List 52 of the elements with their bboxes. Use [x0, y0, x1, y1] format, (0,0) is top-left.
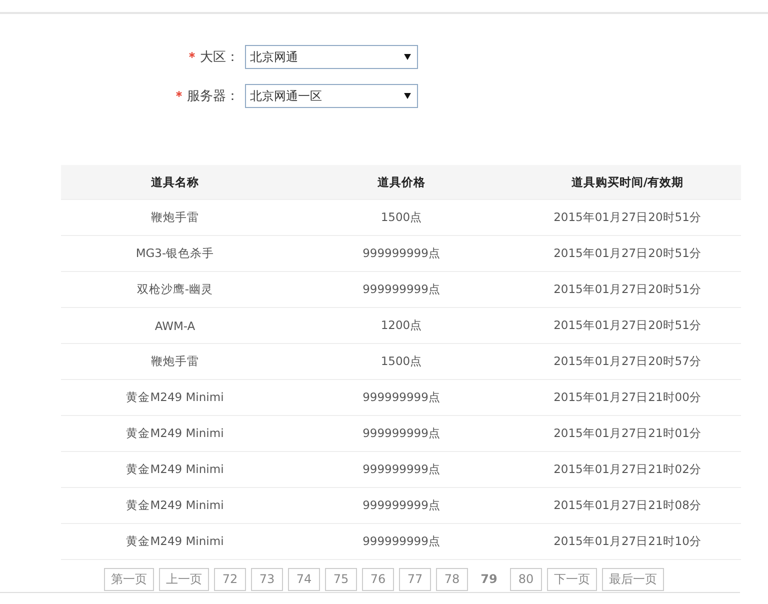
table-cell-text: 999999999点 [362, 534, 442, 549]
table-cell-text: 黄金M249 Minimi [125, 390, 225, 405]
page-button[interactable]: 上一页 [159, 568, 209, 591]
table-cell-text: 鞭炮手雷 [150, 210, 200, 225]
table-cell-text: 2015年01月27日21时10分 [552, 534, 702, 549]
field-label: 大区： [200, 50, 239, 65]
table-cell-text: 999999999点 [362, 390, 442, 405]
current-page[interactable]: 79 [473, 568, 505, 591]
table-cell-text: 999999999点 [362, 282, 442, 297]
page-button[interactable]: 75 [325, 568, 357, 591]
table-cell-text: 黄金M249 Minimi [125, 426, 225, 441]
table-cell-text: 双枪沙鹰-幽灵 [136, 282, 214, 297]
table-cell-text: 2015年01月27日21时08分 [552, 498, 702, 513]
table-cell-text: 黄金M249 Minimi [125, 462, 225, 477]
table-cell-text: 1500点 [380, 210, 424, 225]
page-button[interactable]: 74 [288, 568, 320, 591]
table-cell-text: 黄金M249 Minimi [125, 498, 225, 513]
table-cell-text: 999999999点 [362, 426, 442, 441]
page-button[interactable]: 72 [214, 568, 246, 591]
table-cell-text: 1200点 [380, 318, 424, 333]
page-button[interactable]: 78 [436, 568, 468, 591]
table-cell-text: 1500点 [380, 354, 424, 369]
table-cell-text: 黄金M249 Minimi [125, 534, 225, 549]
table-cell-text: 999999999点 [362, 462, 442, 477]
table-cell-text: 2015年01月27日20时51分 [552, 282, 702, 297]
page-button[interactable]: 第一页 [104, 568, 154, 591]
column-header: 道具名称 [150, 174, 200, 190]
table-cell-text: 2015年01月27日20时51分 [552, 318, 702, 333]
table-cell-text: 2015年01月27日20时51分 [552, 210, 702, 225]
table-cell-text: 鞭炮手雷 [150, 354, 200, 369]
table-cell-text: 2015年01月27日20时57分 [552, 354, 702, 369]
page-button[interactable]: 73 [251, 568, 283, 591]
table-cell-text: 999999999点 [362, 498, 442, 513]
column-header: 道具购买时间/有效期 [570, 174, 685, 190]
page-button[interactable]: 最后一页 [602, 568, 664, 591]
page-button[interactable]: 76 [362, 568, 394, 591]
page-button[interactable]: 77 [399, 568, 431, 591]
caret-icon [404, 93, 411, 99]
table-cell-text: 2015年01月27日20时51分 [552, 246, 702, 261]
column-header: 道具价格 [376, 174, 426, 190]
page-button[interactable]: 下一页 [547, 568, 597, 591]
table-cell-text: AWM-A [154, 318, 196, 332]
field-label: 服务器： [187, 89, 239, 104]
table-cell-text: MG3-银色杀手 [134, 246, 216, 261]
dropdown[interactable]: 北京网通一区 [245, 84, 418, 108]
caret-icon [404, 54, 411, 60]
table-cell-text: 2015年01月27日21时00分 [552, 390, 702, 405]
table-cell-text: 2015年01月27日21时02分 [552, 462, 702, 477]
table-cell-text: 999999999点 [362, 246, 442, 261]
table-cell-text: 2015年01月27日21时01分 [552, 426, 702, 441]
dropdown[interactable]: 北京网通 [245, 45, 418, 69]
page-button[interactable]: 80 [510, 568, 542, 591]
